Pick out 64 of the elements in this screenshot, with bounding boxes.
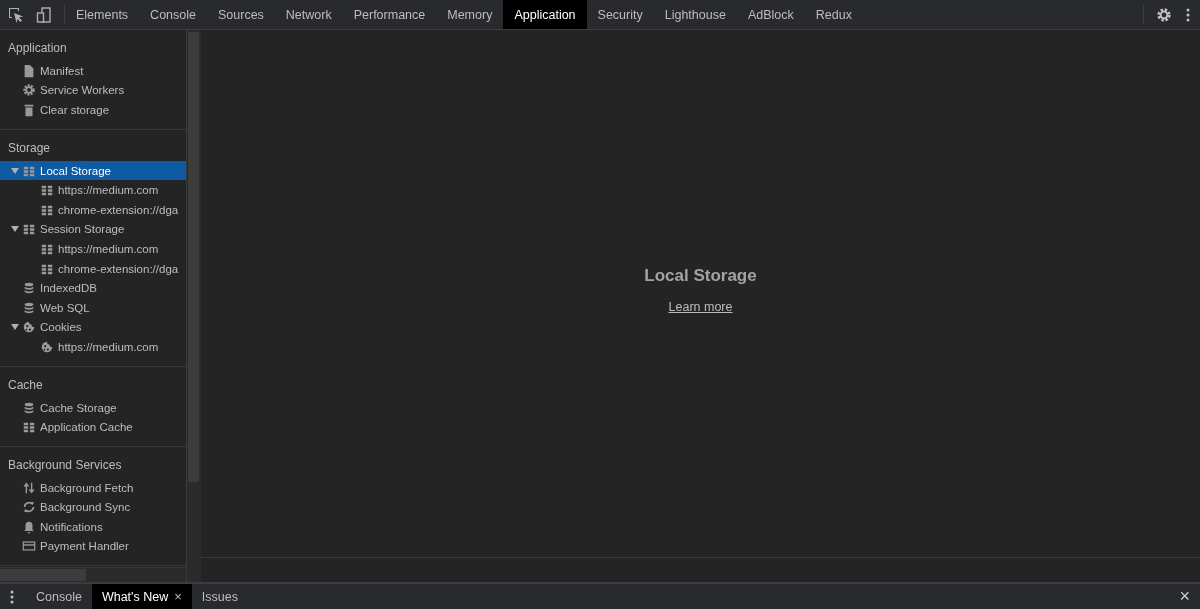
learn-more-link[interactable]: Learn more xyxy=(668,299,733,314)
tree-item[interactable]: Manifest xyxy=(0,61,186,81)
panel-tab[interactable]: AdBlock xyxy=(736,0,805,29)
tree-item[interactable]: IndexedDB xyxy=(0,278,186,298)
table-icon xyxy=(22,222,36,237)
drawer-tab[interactable]: Console xyxy=(26,584,92,609)
drawer-menu-icon[interactable] xyxy=(10,589,14,604)
card-icon xyxy=(22,539,36,554)
file-icon xyxy=(22,63,36,78)
sync-icon xyxy=(22,500,36,515)
database-icon xyxy=(22,400,36,415)
panel-tab[interactable]: Elements xyxy=(65,0,140,29)
panel-tab[interactable]: Memory xyxy=(436,0,504,29)
section-heading: Background Services xyxy=(7,456,123,474)
tree-item[interactable]: Cache Storage xyxy=(0,397,186,418)
panel-tab[interactable]: Lighthouse xyxy=(653,0,737,29)
table-icon xyxy=(40,183,54,198)
inspect-element-icon[interactable] xyxy=(8,6,24,23)
panel-tab[interactable]: Redux xyxy=(804,0,863,29)
drawer-tab[interactable]: Issues xyxy=(191,584,248,609)
tree-item[interactable]: Clear storage xyxy=(0,100,186,120)
drawer-tab[interactable]: What's New × xyxy=(91,584,192,609)
tree-item[interactable]: Cookies xyxy=(0,317,186,338)
tree-item[interactable]: https://medium.com xyxy=(0,180,186,200)
panel-tab[interactable]: Performance xyxy=(342,0,437,29)
panel-tab[interactable]: Console xyxy=(139,0,207,29)
up-down-arrows-icon xyxy=(22,480,36,495)
trash-icon xyxy=(22,103,36,117)
tree-item[interactable]: Application Cache xyxy=(0,417,186,437)
database-icon xyxy=(22,300,36,315)
tree-item[interactable]: Session Storage xyxy=(0,219,186,240)
tree-item[interactable]: https://medium.com xyxy=(0,337,186,357)
tree-item[interactable]: Web SQL xyxy=(0,297,186,318)
settings-icon[interactable] xyxy=(1156,6,1172,23)
close-drawer-button[interactable]: × xyxy=(1169,584,1200,609)
database-icon xyxy=(22,281,36,296)
horizontal-scrollbar[interactable] xyxy=(0,567,186,582)
section-heading: Application xyxy=(7,40,68,57)
panel-title: Local Storage xyxy=(644,265,757,286)
gear-icon xyxy=(22,83,36,98)
section-heading: Storage xyxy=(7,139,52,157)
tree-item[interactable]: Background Sync xyxy=(0,497,186,518)
cookie-icon xyxy=(40,339,54,354)
panel-tab[interactable]: Application xyxy=(503,0,587,29)
vertical-scrollbar[interactable] xyxy=(186,30,201,582)
panel-tab[interactable]: Sources xyxy=(207,0,275,29)
tree-item[interactable]: Payment Handler xyxy=(0,536,186,557)
tree-item[interactable]: Service Workers xyxy=(0,80,186,101)
panel-tab[interactable]: Security xyxy=(586,0,654,29)
section-heading: Cache xyxy=(7,376,44,394)
tree-item[interactable]: chrome-extension://dga xyxy=(0,258,186,279)
tab-close-button[interactable]: × xyxy=(174,589,182,604)
tree-item[interactable]: Background Fetch xyxy=(0,477,186,498)
more-options-icon[interactable] xyxy=(1186,7,1190,22)
cookie-icon xyxy=(22,320,36,335)
tree-item[interactable]: https://medium.com xyxy=(0,239,186,259)
tree-item[interactable]: Local Storage xyxy=(0,160,186,181)
panel-tab[interactable]: Network xyxy=(274,0,343,29)
table-icon xyxy=(22,420,36,435)
expanded-triangle-icon[interactable] xyxy=(10,165,20,176)
tree-item[interactable]: chrome-extension://dga xyxy=(0,199,186,220)
tree-item[interactable]: Notifications xyxy=(0,517,186,537)
device-toolbar-icon[interactable] xyxy=(36,6,52,23)
bell-icon xyxy=(22,519,36,534)
